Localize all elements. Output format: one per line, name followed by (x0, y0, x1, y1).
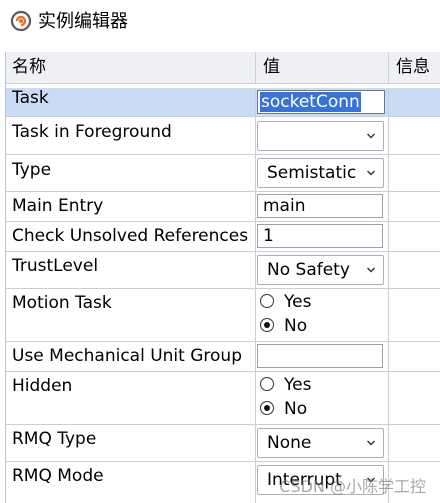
column-header-value[interactable]: 值 (255, 52, 395, 84)
type-dropdown[interactable]: Semistatic (257, 158, 384, 188)
dropdown-value: No Safety (267, 260, 350, 280)
input-value: main (263, 196, 306, 216)
radio-button-selected[interactable] (260, 318, 274, 332)
row-task[interactable]: Task socketConn (6, 88, 440, 117)
watermark: CSDN @小陈学工控 (279, 477, 426, 496)
row-label: Type (12, 160, 52, 180)
window-title: 实例编辑器 (38, 11, 128, 32)
row-label: Use Mechanical Unit Group (12, 346, 242, 366)
chevron-down-icon (367, 133, 375, 139)
trust-level-dropdown[interactable]: No Safety (257, 255, 384, 285)
row-label: RMQ Mode (12, 466, 104, 486)
column-header-name[interactable]: 名称 (6, 52, 261, 84)
row-label: Motion Task (12, 293, 112, 313)
row-use-mechanical-unit-group: Use Mechanical Unit Group (6, 342, 440, 372)
row-hidden: Hidden Yes No (6, 372, 440, 425)
task-in-foreground-dropdown[interactable] (257, 121, 384, 151)
chevron-down-icon (367, 440, 375, 446)
chevron-down-icon (367, 170, 375, 176)
rmq-type-dropdown[interactable]: None (257, 428, 384, 458)
row-label: TrustLevel (12, 256, 99, 276)
option-label: Yes (284, 375, 312, 395)
row-label: RMQ Type (12, 429, 97, 449)
main-entry-input[interactable]: main (257, 194, 383, 218)
row-label: Main Entry (12, 196, 104, 216)
task-name-input[interactable]: socketConn (257, 90, 385, 114)
input-value: 1 (263, 226, 274, 246)
row-trust-level: TrustLevel No Safety (6, 252, 440, 289)
row-check-unsolved-references: Check Unsolved References 1 (6, 222, 440, 252)
row-type: Type Semistatic (6, 155, 440, 192)
task-name-value: socketConn (260, 92, 361, 112)
option-label: No (284, 316, 308, 336)
row-label: Task (12, 88, 49, 108)
row-label: Check Unsolved References (12, 226, 249, 246)
radio-button[interactable] (260, 377, 274, 391)
use-mechanical-unit-group-input[interactable] (257, 344, 383, 368)
row-label: Hidden (12, 376, 73, 396)
motion-task-yes-option[interactable]: Yes (260, 291, 311, 313)
hidden-no-option[interactable]: No (260, 398, 307, 420)
column-header-info[interactable]: 信息 (388, 52, 440, 84)
hidden-yes-option[interactable]: Yes (260, 374, 311, 396)
row-label: Task in Foreground (12, 122, 172, 142)
app-spiral-icon (10, 10, 32, 32)
chevron-down-icon (367, 267, 375, 273)
instance-property-grid: 名称 值 信息 Task socketConn Task in Foregrou… (5, 52, 440, 503)
dropdown-value: None (267, 433, 312, 453)
option-label: No (284, 399, 308, 419)
dropdown-value: Semistatic (267, 163, 357, 183)
motion-task-no-option[interactable]: No (260, 315, 307, 337)
check-unsolved-references-input[interactable]: 1 (257, 224, 383, 248)
row-task-in-foreground: Task in Foreground (6, 117, 440, 155)
radio-button[interactable] (260, 294, 274, 308)
row-motion-task: Motion Task Yes No (6, 289, 440, 342)
row-main-entry: Main Entry main (6, 192, 440, 222)
title-bar: 实例编辑器 (0, 0, 440, 48)
row-rmq-type: RMQ Type None (6, 425, 440, 462)
radio-button-selected[interactable] (260, 401, 274, 415)
option-label: Yes (284, 292, 312, 312)
